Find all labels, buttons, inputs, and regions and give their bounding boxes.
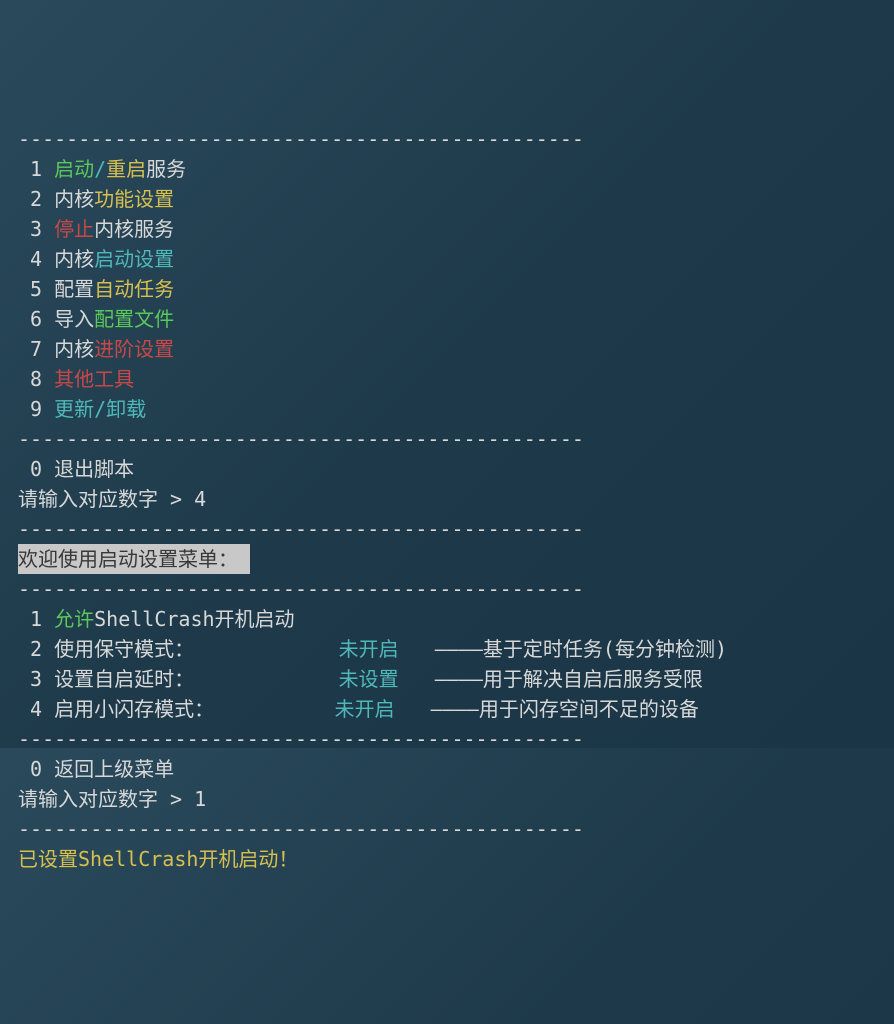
divider: ----------------------------------------… bbox=[0, 124, 894, 154]
prompt[interactable]: 请输入对应数字 > 4 bbox=[0, 484, 894, 514]
menu-text: 其他工具 bbox=[54, 367, 134, 391]
menu-text: 返回上级菜单 bbox=[54, 757, 174, 781]
divider: ----------------------------------------… bbox=[0, 424, 894, 454]
submenu-item[interactable]: 3 设置自启延时： 未设置 ————用于解决自启后服务受限 bbox=[0, 664, 894, 694]
pad bbox=[399, 637, 435, 661]
menu-item[interactable]: 7 内核进阶设置 bbox=[0, 334, 894, 364]
menu-text: 自动任务 bbox=[94, 277, 174, 301]
menu-item[interactable]: 6 导入配置文件 bbox=[0, 304, 894, 334]
menu-text: 配置 bbox=[54, 277, 94, 301]
prompt-label: 请输入对应数字 > bbox=[18, 487, 194, 511]
menu-text: 退出脚本 bbox=[54, 457, 134, 481]
divider: ----------------------------------------… bbox=[0, 514, 894, 544]
menu-number: 1 bbox=[18, 607, 54, 631]
menu-number: 5 bbox=[18, 277, 54, 301]
back-item[interactable]: 0 返回上级菜单 bbox=[0, 754, 894, 784]
banner-text: 欢迎使用启动设置菜单： bbox=[18, 544, 250, 574]
menu-item[interactable]: 8 其他工具 bbox=[0, 364, 894, 394]
menu-number: 0 bbox=[18, 457, 54, 481]
menu-number: 7 bbox=[18, 337, 54, 361]
menu-text: 允许 bbox=[54, 607, 94, 631]
menu-text: 启动设置 bbox=[94, 247, 174, 271]
menu-text: ShellCrash开机启动 bbox=[94, 607, 294, 631]
confirm-text: 已设置ShellCrash开机启动！ bbox=[18, 847, 298, 871]
divider: ----------------------------------------… bbox=[0, 574, 894, 604]
banner: 欢迎使用启动设置菜单： bbox=[0, 544, 894, 574]
menu-text: 使用保守模式： bbox=[54, 637, 339, 661]
menu-text: 更新/卸载 bbox=[54, 397, 146, 421]
menu-text: 设置自启延时： bbox=[54, 667, 339, 691]
status-text: 未设置 bbox=[339, 667, 399, 691]
menu-text: 内核服务 bbox=[94, 217, 174, 241]
desc-text: ————用于闪存空间不足的设备 bbox=[431, 697, 699, 721]
menu-number: 2 bbox=[18, 637, 54, 661]
exit-item[interactable]: 0 退出脚本 bbox=[0, 454, 894, 484]
menu-text: 启用小闪存模式： bbox=[54, 697, 334, 721]
desc-text: ————基于定时任务(每分钟检测) bbox=[435, 637, 727, 661]
confirm-message: 已设置ShellCrash开机启动！ bbox=[0, 844, 894, 874]
menu-item[interactable]: 4 内核启动设置 bbox=[0, 244, 894, 274]
menu-item[interactable]: 5 配置自动任务 bbox=[0, 274, 894, 304]
menu-item[interactable]: 3 停止内核服务 bbox=[0, 214, 894, 244]
menu-item[interactable]: 1 启动/重启服务 bbox=[0, 154, 894, 184]
menu-text: 进阶设置 bbox=[94, 337, 174, 361]
menu-number: 2 bbox=[18, 187, 54, 211]
menu-number: 3 bbox=[18, 667, 54, 691]
prompt[interactable]: 请输入对应数字 > 1 bbox=[0, 784, 894, 814]
submenu-item[interactable]: 1 允许ShellCrash开机启动 bbox=[0, 604, 894, 634]
status-text: 未开启 bbox=[335, 697, 395, 721]
status-text: 未开启 bbox=[339, 637, 399, 661]
menu-text: 启动 bbox=[54, 157, 94, 181]
menu-item[interactable]: 2 内核功能设置 bbox=[0, 184, 894, 214]
menu-text: 导入 bbox=[54, 307, 94, 331]
desc-text: ————用于解决自启后服务受限 bbox=[435, 667, 703, 691]
menu-number: 9 bbox=[18, 397, 54, 421]
menu-text: 服务 bbox=[146, 157, 186, 181]
menu-text: 停止 bbox=[54, 217, 94, 241]
menu-number: 8 bbox=[18, 367, 54, 391]
divider: ----------------------------------------… bbox=[0, 724, 894, 754]
menu-text: 内核 bbox=[54, 337, 94, 361]
menu-number: 4 bbox=[18, 697, 54, 721]
prompt-label: 请输入对应数字 > bbox=[18, 787, 194, 811]
prompt-value: 1 bbox=[194, 787, 206, 811]
menu-text: 配置文件 bbox=[94, 307, 174, 331]
menu-text: / bbox=[94, 157, 106, 181]
menu-item[interactable]: 9 更新/卸载 bbox=[0, 394, 894, 424]
menu-text: 内核 bbox=[54, 187, 94, 211]
submenu-item[interactable]: 2 使用保守模式： 未开启 ————基于定时任务(每分钟检测) bbox=[0, 634, 894, 664]
menu-text: 内核 bbox=[54, 247, 94, 271]
menu-number: 1 bbox=[18, 157, 54, 181]
submenu-item[interactable]: 4 启用小闪存模式： 未开启 ————用于闪存空间不足的设备 bbox=[0, 694, 894, 724]
pad bbox=[395, 697, 431, 721]
pad bbox=[399, 667, 435, 691]
menu-text: 重启 bbox=[106, 157, 146, 181]
menu-number: 3 bbox=[18, 217, 54, 241]
menu-number: 6 bbox=[18, 307, 54, 331]
divider: ----------------------------------------… bbox=[0, 814, 894, 844]
prompt-value: 4 bbox=[194, 487, 206, 511]
menu-number: 4 bbox=[18, 247, 54, 271]
menu-text: 功能设置 bbox=[94, 187, 174, 211]
menu-number: 0 bbox=[18, 757, 54, 781]
